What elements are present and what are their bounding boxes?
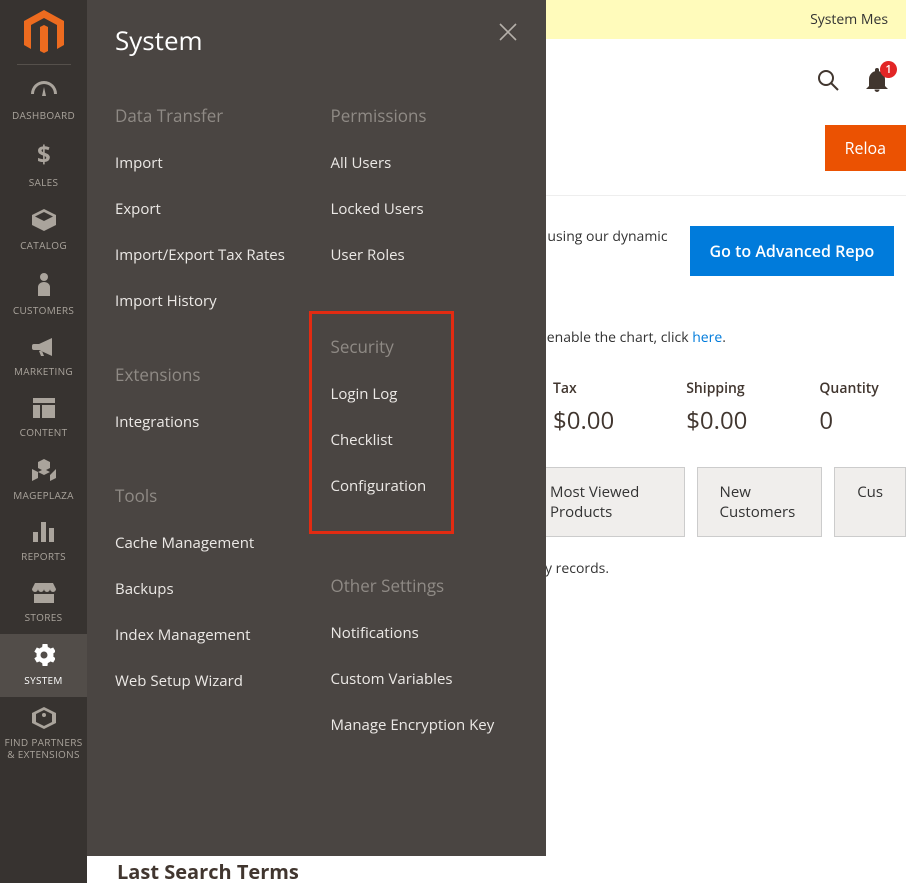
svg-text:$: $ <box>36 142 50 168</box>
group-title-extensions: Extensions <box>115 363 331 386</box>
bars-icon <box>0 522 87 545</box>
stat-shipping: Shipping $0.00 <box>686 379 747 437</box>
stat-value: $0.00 <box>553 404 614 437</box>
stat-label: Tax <box>553 379 614 398</box>
group-title-tools: Tools <box>115 484 331 507</box>
flyout-col-left: Data Transfer Import Export Import/Expor… <box>115 104 331 787</box>
person-icon <box>0 272 87 299</box>
link-import-history[interactable]: Import History <box>115 291 331 311</box>
group-title-security: Security <box>331 335 547 358</box>
stat-quantity: Quantity 0 <box>819 379 878 437</box>
nav-item-customers[interactable]: CUSTOMERS <box>0 262 87 327</box>
stat-tax: Tax $0.00 <box>553 379 614 437</box>
group-security: Security Login Log Checklist Configurati… <box>331 317 547 532</box>
close-button[interactable] <box>498 22 520 44</box>
stat-value: 0 <box>819 404 878 437</box>
nav-item-content[interactable]: CONTENT <box>0 388 87 449</box>
nav-label: FIND PARTNERS & EXTENSIONS <box>0 736 87 760</box>
flyout-title: System <box>115 22 546 58</box>
advanced-reporting-button[interactable]: Go to Advanced Repo <box>690 226 895 276</box>
nav-label: REPORTS <box>21 549 66 563</box>
boxes-icon <box>0 459 87 484</box>
dashboard-icon <box>0 81 87 104</box>
nav-label: SALES <box>29 175 59 189</box>
stat-value: $0.00 <box>686 404 747 437</box>
nav-label: DASHBOARD <box>12 108 75 122</box>
nav-separator <box>17 64 71 65</box>
magento-logo[interactable] <box>24 10 64 50</box>
nav-item-system[interactable]: SYSTEM <box>0 634 87 697</box>
chart-enable-link[interactable]: here <box>692 328 722 347</box>
nav-item-dashboard[interactable]: DASHBOARD <box>0 71 87 132</box>
link-manage-encryption-key[interactable]: Manage Encryption Key <box>331 715 547 735</box>
nav-label: STORES <box>25 610 63 624</box>
link-checklist[interactable]: Checklist <box>331 430 547 450</box>
puzzle-icon <box>0 707 87 732</box>
system-flyout: System Data Transfer Import Export Impor… <box>87 0 546 856</box>
nav-item-mageplaza[interactable]: MAGEPLAZA <box>0 449 87 512</box>
link-locked-users[interactable]: Locked Users <box>331 199 547 219</box>
notifications-button[interactable]: 1 <box>866 68 888 97</box>
nav-label: CUSTOMERS <box>13 303 74 317</box>
link-import-export-tax[interactable]: Import/Export Tax Rates <box>115 245 331 265</box>
nav-label: SYSTEM <box>24 673 62 687</box>
nav-label: MAGEPLAZA <box>13 488 73 502</box>
storefront-icon <box>0 583 87 606</box>
link-import[interactable]: Import <box>115 153 331 173</box>
box-icon <box>0 209 87 234</box>
last-search-terms-heading: Last Search Terms <box>117 858 299 885</box>
group-title-other-settings: Other Settings <box>331 574 547 597</box>
nav-label: CATALOG <box>20 238 67 252</box>
link-integrations[interactable]: Integrations <box>115 412 331 432</box>
dollar-icon: $ <box>0 142 87 171</box>
flyout-col-right: Permissions All Users Locked Users User … <box>331 104 547 787</box>
stat-label: Quantity <box>819 379 878 398</box>
stat-label: Shipping <box>686 379 747 398</box>
nav-item-sales[interactable]: $ SALES <box>0 132 87 199</box>
link-export[interactable]: Export <box>115 199 331 219</box>
reload-button[interactable]: Reloa <box>825 125 906 171</box>
tab-new-customers[interactable]: New Customers <box>697 467 823 537</box>
link-notifications[interactable]: Notifications <box>331 623 547 643</box>
nav-item-stores[interactable]: STORES <box>0 573 87 634</box>
link-login-log[interactable]: Login Log <box>331 384 547 404</box>
nav-item-marketing[interactable]: MARKETING <box>0 327 87 388</box>
gear-icon <box>0 644 87 669</box>
chart-hint-prefix: To enable the chart, click <box>527 328 692 347</box>
link-configuration[interactable]: Configuration <box>331 476 547 496</box>
chart-hint-suffix: . <box>722 328 726 347</box>
link-index-management[interactable]: Index Management <box>115 625 331 645</box>
nav-label: MARKETING <box>14 364 73 378</box>
notifications-badge: 1 <box>880 61 897 78</box>
system-message-label[interactable]: System Mes <box>810 10 888 29</box>
nav-item-partners[interactable]: FIND PARTNERS & EXTENSIONS <box>0 697 87 770</box>
megaphone-icon <box>0 337 87 360</box>
search-icon <box>816 68 840 92</box>
link-cache-management[interactable]: Cache Management <box>115 533 331 553</box>
nav-item-reports[interactable]: REPORTS <box>0 512 87 573</box>
group-title-data-transfer: Data Transfer <box>115 104 331 127</box>
nav-label: CONTENT <box>20 425 68 439</box>
link-all-users[interactable]: All Users <box>331 153 547 173</box>
nav-item-catalog[interactable]: CATALOG <box>0 199 87 262</box>
group-title-permissions: Permissions <box>331 104 547 127</box>
close-icon <box>498 22 518 42</box>
link-web-setup-wizard[interactable]: Web Setup Wizard <box>115 671 331 691</box>
link-custom-variables[interactable]: Custom Variables <box>331 669 547 689</box>
tab-customers[interactable]: Cus <box>834 467 906 537</box>
link-user-roles[interactable]: User Roles <box>331 245 547 265</box>
main-nav: DASHBOARD $ SALES CATALOG CUSTOMERS MARK… <box>0 0 87 883</box>
link-backups[interactable]: Backups <box>115 579 331 599</box>
search-button[interactable] <box>816 68 840 97</box>
tab-most-viewed[interactable]: Most Viewed Products <box>527 467 685 537</box>
layout-icon <box>0 398 87 421</box>
